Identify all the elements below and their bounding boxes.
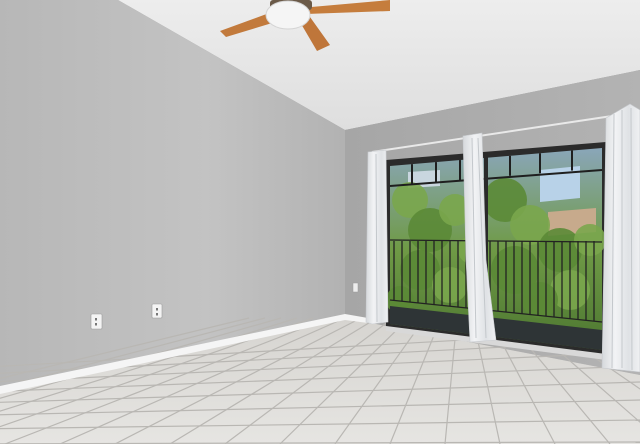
- curtain-right: [601, 103, 640, 373]
- sliding-glass-door: [386, 142, 606, 360]
- wall-outlet: [90, 313, 103, 330]
- foliage-blob: [574, 224, 606, 256]
- foliage-blob: [522, 282, 558, 318]
- room-photo: [0, 0, 640, 444]
- fan-light-globe: [265, 0, 311, 30]
- wall-outlet: [352, 282, 359, 293]
- wall-outlet: [151, 303, 163, 319]
